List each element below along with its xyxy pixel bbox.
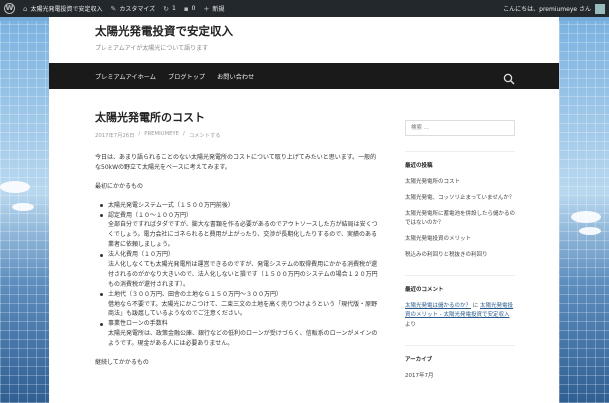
sidebar: 最近の投稿 太陽光発電所のコスト 太陽光発電、コッソリ止まっていませんか？ 太陽… [405, 114, 515, 388]
archive-link[interactable]: 2017年7月 [405, 372, 515, 381]
post-author[interactable]: PREMIUMEYE [144, 131, 179, 139]
background-panel-right [559, 21, 609, 403]
plus-icon: + [203, 4, 210, 13]
post-article: 太陽光発電所のコスト 2017年7月26日 / PREMIUMEYE / コメン… [95, 109, 380, 377]
list-item: 法人化費用（１０万円） 法人化しなくても太陽光発電所は運営できるのですが、発電シ… [99, 250, 380, 290]
admin-updates[interactable]: ↻ 1 [163, 5, 176, 13]
list-item-label: 土地代（３００万円、田舎の土地なら１５０万円～３００万円） [108, 290, 283, 298]
list-item: 認定費用（１０～１００万円） 全部自分ですればタダですが、膨大な書類を作る必要が… [99, 211, 380, 251]
admin-new-content[interactable]: + 新規 [203, 4, 224, 14]
list-item-label: 太陽光発電システム一式（１５００万円前後） [108, 201, 234, 209]
post-date[interactable]: 2017年7月26日 [95, 131, 134, 139]
admin-account-menu[interactable]: こんにちは、premiumeye さん [503, 3, 605, 14]
list-item: 太陽光発電システム一式（１５００万円前後） [99, 201, 380, 211]
recent-post-link[interactable]: 太陽光発電、コッソリ止まっていませんか？ [405, 194, 515, 203]
list-item-detail: 借地なら不要です。太陽光にかこつけて、二束三文の土地を高く売りつけようという「現… [108, 300, 378, 318]
cloud-shape [12, 203, 34, 211]
recent-posts-widget: 最近の投稿 太陽光発電所のコスト 太陽光発電、コッソリ止まっていませんか？ 太陽… [405, 151, 515, 260]
widget-title: 最近の投稿 [405, 163, 433, 169]
comment-suffix: より [405, 321, 416, 328]
recent-comments-widget: 最近のコメント 太陽光発電は儲かるのか？ に 太陽光発電投資のメリット - 太陽… [405, 275, 515, 329]
widget-title: アーカイブ [405, 356, 433, 363]
comment-connector: に [471, 303, 481, 310]
post-comment-link[interactable]: コメントする [189, 131, 221, 139]
cloud-shape [579, 227, 601, 235]
widget-title: 最近のコメント [405, 287, 444, 294]
list-item-detail: 法人化しなくても太陽光発電所は運営できるのですが、発電システムの取得費用にかかる… [108, 261, 378, 288]
list-item-detail: 太陽光発電所は、政策金融公庫、銀行などの低利のローンが受けづらく、信販系のローン… [108, 330, 378, 348]
comment-post-link[interactable]: 太陽光発電は儲かるのか？ [405, 303, 471, 309]
cloud-shape [0, 181, 30, 193]
cloud-shape [571, 211, 601, 223]
section-heading-initial-costs: 最初にかかるもの [95, 182, 144, 190]
comment-bubble-icon: ▪ [183, 4, 189, 13]
main-navigation: プレミアムアイホーム ブログトップ お問い合わせ [49, 63, 559, 89]
refresh-icon: ↻ [163, 4, 170, 13]
site-description: プレミアムアイが太陽光について語ります [95, 45, 209, 52]
list-item-label: 事業性ローンの手数料 [108, 320, 168, 328]
list-item-label: 認定費用（１０～１００万円） [108, 211, 193, 219]
recent-post-link[interactable]: 太陽光発電所のコスト [405, 178, 515, 187]
admin-bar: W ⌂ 太陽光発電投資で安定収入 ✎ カスタマイズ ↻ 1 ▪ 0 + 新規 こ… [0, 0, 609, 17]
home-icon: ⌂ [23, 4, 28, 13]
admin-comments[interactable]: ▪ 0 [184, 5, 196, 13]
search-input[interactable] [405, 120, 515, 136]
meta-separator: / [183, 131, 185, 137]
archives-widget: アーカイブ 2017年7月 [405, 344, 515, 381]
wordpress-icon: W [4, 3, 15, 14]
cost-list: 太陽光発電システム一式（１５００万円前後） 認定費用（１０～１００万円） 全部自… [99, 201, 380, 349]
list-item: 事業性ローンの手数料 太陽光発電所は、政策金融公庫、銀行などの低利のローンが受け… [99, 319, 380, 349]
recent-post-link[interactable]: 太陽光発電投資のメリット [405, 235, 515, 244]
post-meta: 2017年7月26日 / PREMIUMEYE / コメントする [95, 131, 380, 139]
search-icon[interactable] [503, 70, 515, 85]
wp-logo-menu[interactable]: W [4, 3, 15, 14]
post-intro: 今日は、あまり語られることのない太陽光発電所のコストについて取り上げてみたいと思… [95, 154, 377, 171]
nav-item-blog-top[interactable]: ブログトップ [168, 72, 205, 81]
avatar [595, 3, 605, 14]
post-body: 今日は、あまり語られることのない太陽光発電所のコストについて取り上げてみたいと思… [95, 153, 380, 368]
admin-site-name[interactable]: ⌂ 太陽光発電投資で安定収入 [23, 4, 102, 14]
nav-item-contact[interactable]: お問い合わせ [217, 72, 254, 81]
meta-separator: / [138, 131, 141, 137]
recent-post-link[interactable]: 税込みの利回りと税抜きの利回り [405, 251, 515, 260]
recent-comment: 太陽光発電は儲かるのか？ に 太陽光発電投資のメリット - 太陽光発電投資で安定… [405, 302, 515, 329]
list-item: 土地代（３００万円、田舎の土地なら１５０万円～３００万円） 借地なら不要です。太… [99, 290, 380, 320]
nav-item-premiumeye-home[interactable]: プレミアムアイホーム [95, 72, 156, 81]
background-panel-left [0, 21, 49, 403]
post-title[interactable]: 太陽光発電所のコスト [95, 109, 380, 125]
list-item-label: 法人化費用（１０万円） [108, 251, 175, 259]
admin-customize[interactable]: ✎ カスタマイズ [110, 4, 155, 14]
section-heading-ongoing-costs: 継続してかかるもの [95, 359, 149, 367]
site-title[interactable]: 太陽光発電投資で安定収入 [95, 23, 559, 39]
list-item-detail: 全部自分ですればタダですが、膨大な書類を作る必要があるのでアウトソースした方が結… [108, 221, 378, 249]
recent-post-link[interactable]: 太陽光発電所に蓄電池を併設したら儲かるのではないのか？ [405, 210, 515, 228]
page-container: 太陽光発電投資で安定収入 プレミアムアイが太陽光について語ります プレミアムアイ… [49, 17, 559, 403]
site-header: 太陽光発電投資で安定収入 プレミアムアイが太陽光について語ります [49, 17, 559, 63]
brush-icon: ✎ [110, 4, 117, 13]
